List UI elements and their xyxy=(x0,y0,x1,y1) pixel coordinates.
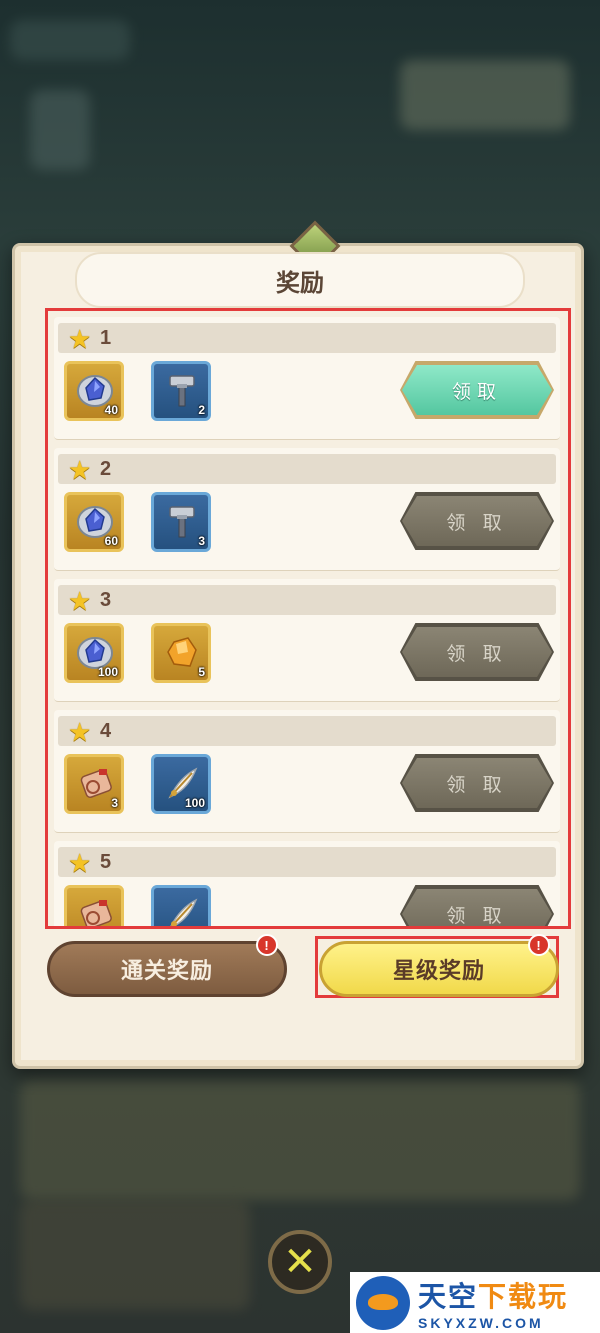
close-icon: ✕ xyxy=(283,1240,317,1284)
reward-row: ★ 2 60 3 领 取 xyxy=(54,448,560,571)
item-quantity: 3 xyxy=(111,796,118,810)
notification-badge: ! xyxy=(528,934,550,956)
reward-item[interactable]: 2 xyxy=(151,361,211,421)
item-quantity: 60 xyxy=(104,534,118,548)
reward-row: ★ 3 100 5 领 取 xyxy=(54,579,560,702)
tab-clear-rewards[interactable]: 通关奖励 ! xyxy=(47,934,287,997)
reward-item[interactable]: 60 xyxy=(64,492,124,552)
gold-ore-icon xyxy=(162,632,202,672)
star-level: 4 xyxy=(100,720,112,742)
star-level: 5 xyxy=(100,851,112,873)
star-level: 3 xyxy=(100,589,112,611)
star-icon: ★ xyxy=(68,848,92,878)
hammer-icon xyxy=(162,370,202,410)
claim-button-label: 领 取 xyxy=(446,905,508,927)
logo-subtitle: SKYXZW.COM xyxy=(418,1314,544,1331)
claim-button-label: 领取 xyxy=(451,381,502,403)
claim-button-label: 领 取 xyxy=(446,643,508,665)
item-quantity: 40 xyxy=(104,403,118,417)
close-button[interactable]: ✕ xyxy=(268,1230,332,1294)
item-quantity: 3 xyxy=(198,534,205,548)
reward-dialog: 奖励 ★ 1 40 2 领取 ★ 2 60 3 领 取 ★ 3 100 5 领 取 ★ 4 3 100 领 取 ★ 5 领 … xyxy=(12,220,584,1069)
row-header: ★ 3 xyxy=(58,585,556,615)
item-quantity: 2 xyxy=(198,403,205,417)
star-icon: ★ xyxy=(68,586,92,616)
background-blur xyxy=(20,1200,250,1310)
reward-item[interactable]: 100 xyxy=(151,754,211,814)
reward-item[interactable] xyxy=(64,885,124,926)
notification-badge: ! xyxy=(256,934,278,956)
logo-title-right: 下载玩 xyxy=(478,1280,569,1312)
background-blur xyxy=(10,20,130,60)
claim-button-label: 领 取 xyxy=(446,774,508,796)
row-header: ★ 4 xyxy=(58,716,556,746)
feather-icon xyxy=(162,894,202,926)
star-icon: ★ xyxy=(68,324,92,354)
row-header: ★ 2 xyxy=(58,454,556,484)
logo-mark-icon xyxy=(356,1275,410,1330)
row-header: ★ 5 xyxy=(58,847,556,877)
reward-item[interactable]: 100 xyxy=(64,623,124,683)
claim-button[interactable]: 领 取 xyxy=(402,496,552,546)
reward-row: ★ 4 3 100 领 取 xyxy=(54,710,560,833)
item-quantity: 100 xyxy=(184,796,205,810)
star-icon: ★ xyxy=(68,717,92,747)
logo-title-left: 天空 xyxy=(418,1280,479,1312)
background-blur xyxy=(20,1080,580,1200)
item-quantity: 100 xyxy=(97,665,118,679)
claim-button[interactable]: 领 取 xyxy=(402,627,552,677)
item-quantity: 5 xyxy=(198,665,205,679)
dialog-title: 奖励 xyxy=(75,252,525,308)
tab-star-rewards[interactable]: 星级奖励 ! xyxy=(319,934,559,997)
star-icon: ★ xyxy=(68,455,92,485)
background-blur xyxy=(400,60,570,130)
reward-item[interactable]: 40 xyxy=(64,361,124,421)
tab-star-rewards-label: 星级奖励 xyxy=(392,958,485,983)
reward-row: ★ 5 领 取 xyxy=(54,841,560,927)
claim-button[interactable]: 领 取 xyxy=(402,889,552,927)
background-blur xyxy=(30,90,90,170)
reward-row: ★ 1 40 2 领取 xyxy=(54,317,560,440)
row-header: ★ 1 xyxy=(58,323,556,353)
scroll-icon xyxy=(75,763,115,803)
reward-list[interactable]: ★ 1 40 2 领取 ★ 2 60 3 领 取 ★ 3 100 5 领 取 ★ 4 3 100 领 取 ★ 5 领 取 xyxy=(45,308,571,929)
claim-button-label: 领 取 xyxy=(446,512,508,534)
claim-button[interactable]: 领取 xyxy=(402,365,552,415)
reward-item[interactable] xyxy=(151,885,211,926)
scroll-icon xyxy=(75,894,115,926)
star-level: 2 xyxy=(100,458,112,480)
claim-button[interactable]: 领 取 xyxy=(402,758,552,808)
logo-title: 天空下载玩 xyxy=(418,1275,568,1315)
reward-item[interactable]: 5 xyxy=(151,623,211,683)
star-level: 1 xyxy=(100,327,112,349)
reward-item[interactable]: 3 xyxy=(151,492,211,552)
hammer-icon xyxy=(162,501,202,541)
reward-item[interactable]: 3 xyxy=(64,754,124,814)
watermark-logo: 天空下载玩 SKYXZW.COM xyxy=(350,1272,600,1333)
tab-clear-rewards-label: 通关奖励 xyxy=(120,958,213,983)
